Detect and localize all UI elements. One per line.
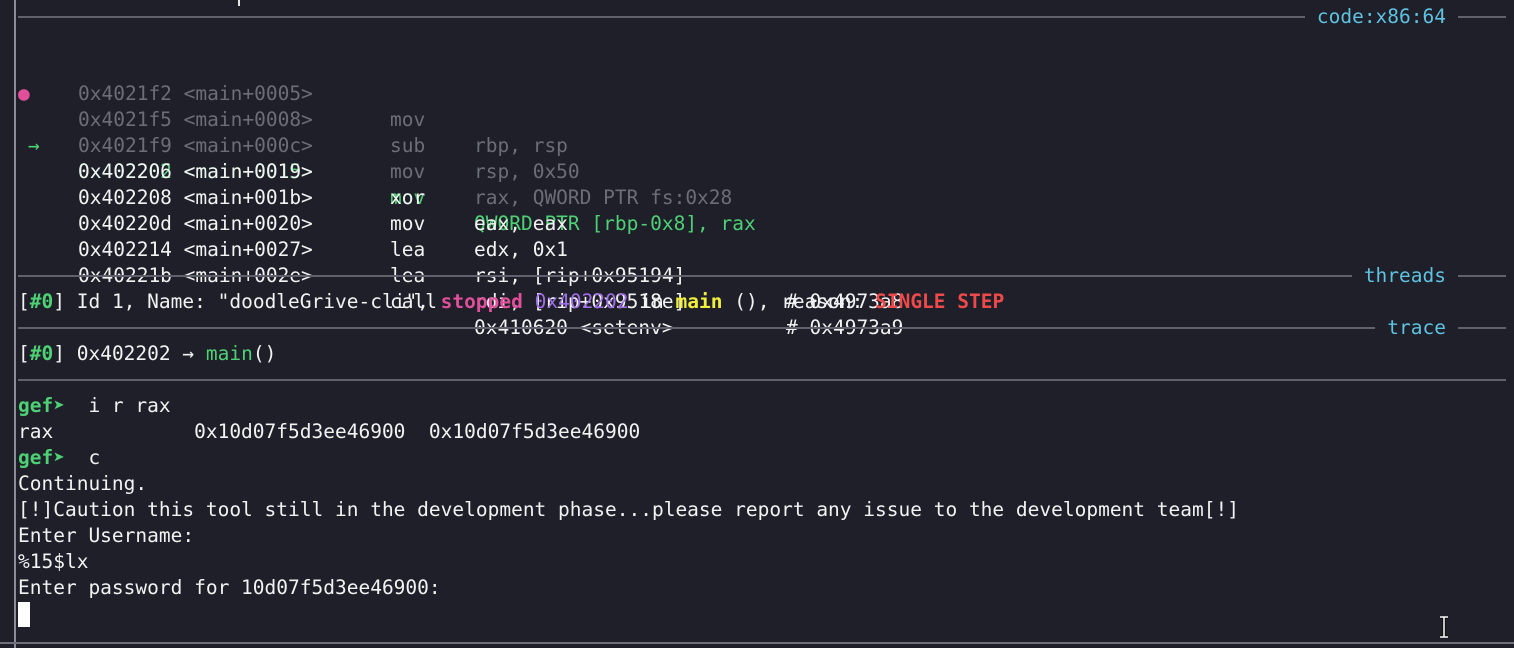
disasm-row: 0x402208 <main+001b> mov edx, 0x1 [18,159,1418,261]
console-output-line: [!]Caution this tool still in the develo… [18,498,1239,521]
disasm-row: 0x40221b <main+002e> call 0x410620 <sete… [18,237,1418,339]
trace-parens: () [252,342,277,365]
console-command: c [76,446,101,469]
thread-pc-address: 0x402202 [534,290,629,313]
console-command: i r rax [76,394,171,417]
console-command-line: gef➤ i r rax [18,393,171,419]
disasm-row: 0x402214 <main+0027> lea rdi, [rip+0x951… [18,211,1418,339]
gef-prompt: gef➤ [18,394,77,417]
trace-index: #0 [29,342,54,365]
disasm-row: 0x4021f9 <main+000c> mov rax, QWORD PTR … [18,81,1418,209]
disasm-row-current: → 0x402202 <main+0015> mov QWORD PTR [rb… [18,107,1418,235]
thread-index: #0 [29,290,54,313]
thread-bracket-open: [ [18,290,30,313]
code-section-separator: code:x86:64 [18,4,1506,30]
stop-reason: SINGLE STEP [875,290,1005,313]
thread-bracket-close: ] [53,290,65,313]
console-output-line: Enter password for 10d07f5d3ee46900: [18,576,441,599]
console-output-line: %15$lx [18,550,89,573]
disasm-row: 0x402206 <main+0019> xor eax, eax [18,133,1418,235]
gdb-terminal[interactable]: code:x86:64 0x4021f2 <main+0005> mov rbp… [0,0,1514,648]
trace-bracket-close: ] [53,342,65,365]
trace-section-label: trace [1375,315,1458,341]
trace-bracket-open: [ [18,342,30,365]
terminal-cursor[interactable] [18,602,30,627]
console-command-line: gef➤ c [18,445,100,471]
separator-line [18,327,1506,329]
trace-section-separator: trace [18,315,1506,341]
thread-reason-prefix: (), reason: [722,290,876,313]
thread-status-line: [#0] Id 1, Name: "doodleGrive-cli", stop… [18,289,1004,315]
pane-bottom-border [0,642,1514,644]
separator-line [18,16,1506,18]
threads-section-label: threads [1351,263,1458,289]
context-end-separator [18,367,1506,393]
trace-function: main [205,342,253,365]
threads-section-separator: threads [18,263,1506,289]
separator-line [18,379,1506,381]
console-output-line: rax 0x10d07f5d3ee46900 0x10d07f5d3ee4690… [18,420,641,443]
ibeam-cursor-icon [1440,616,1448,638]
pane-left-border [14,0,16,648]
trace-line: [#0] 0x402202 → main() [18,341,276,367]
trace-address: 0x402202 → [64,342,206,365]
thread-description: Id 1, Name: "doodleGrive-cli", [64,290,441,313]
disasm-row: 0x4021f2 <main+0005> mov rbp, rsp [18,29,1418,157]
gef-prompt: gef➤ [18,446,77,469]
thread-in-text: in [628,290,676,313]
console-output-line: Continuing. [18,472,148,495]
thread-function: main [675,290,723,313]
console-output-line: Enter Username: [18,524,195,547]
separator-line [18,275,1506,277]
disasm-row: 0x40220d <main+0020> lea rsi, [rip+0x951… [18,185,1418,313]
code-section-label: code:x86:64 [1304,4,1458,30]
thread-state: stopped [440,290,523,313]
disasm-row: ● 0x4021f5 <main+0008> sub rsp, 0x50 [18,55,1418,183]
